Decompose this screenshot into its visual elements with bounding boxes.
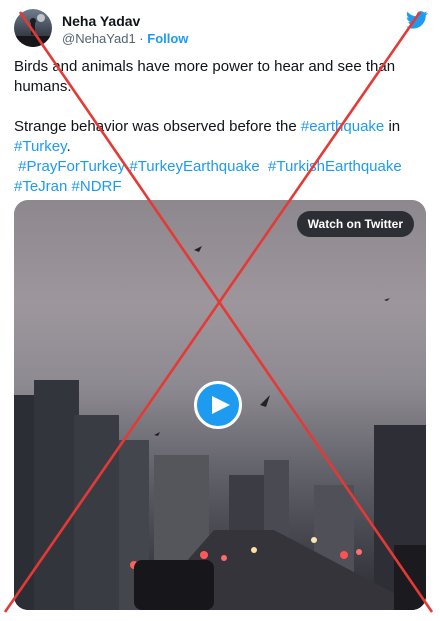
author-handle-row: @NehaYad1 · Follow [62, 31, 188, 46]
hashtag-earthquake[interactable]: #earthquake [301, 118, 384, 135]
hashtag-turkishearthquake[interactable]: #TurkishEarthquake [268, 158, 402, 175]
hashtag-tejran[interactable]: #TeJran [14, 178, 67, 195]
twitter-bird-icon[interactable] [406, 11, 428, 29]
tweet-period: . [66, 138, 71, 155]
tweet-text: Birds and animals have more power to hea… [14, 57, 428, 197]
tweet-line-1: Birds and animals have more power to hea… [14, 58, 396, 95]
video-player[interactable]: Watch on Twitter [14, 200, 426, 610]
hashtag-ndrf[interactable]: #NDRF [72, 178, 122, 195]
tweet-card: Neha Yadav @NehaYad1 · Follow Birds and … [0, 0, 440, 621]
separator-dot: · [139, 31, 144, 46]
hashtag-turkeyearthquake[interactable]: #TurkeyEarthquake [129, 158, 259, 175]
author-name[interactable]: Neha Yadav [62, 13, 140, 29]
tweet-in-text: in [388, 118, 401, 135]
tweet-line-2: Strange behavior was observed before the… [14, 117, 428, 197]
tweet-line-2-text: Strange behavior was observed before the [14, 118, 297, 135]
avatar[interactable] [14, 9, 52, 47]
follow-button[interactable]: Follow [147, 31, 188, 46]
hashtag-prayforturkey[interactable]: #PrayForTurkey [18, 158, 125, 175]
play-icon [212, 396, 230, 414]
hashtag-turkey[interactable]: #Turkey [14, 138, 67, 155]
play-button[interactable] [194, 381, 242, 429]
author-handle[interactable]: @NehaYad1 [62, 31, 136, 46]
watch-on-twitter-button[interactable]: Watch on Twitter [296, 211, 414, 237]
